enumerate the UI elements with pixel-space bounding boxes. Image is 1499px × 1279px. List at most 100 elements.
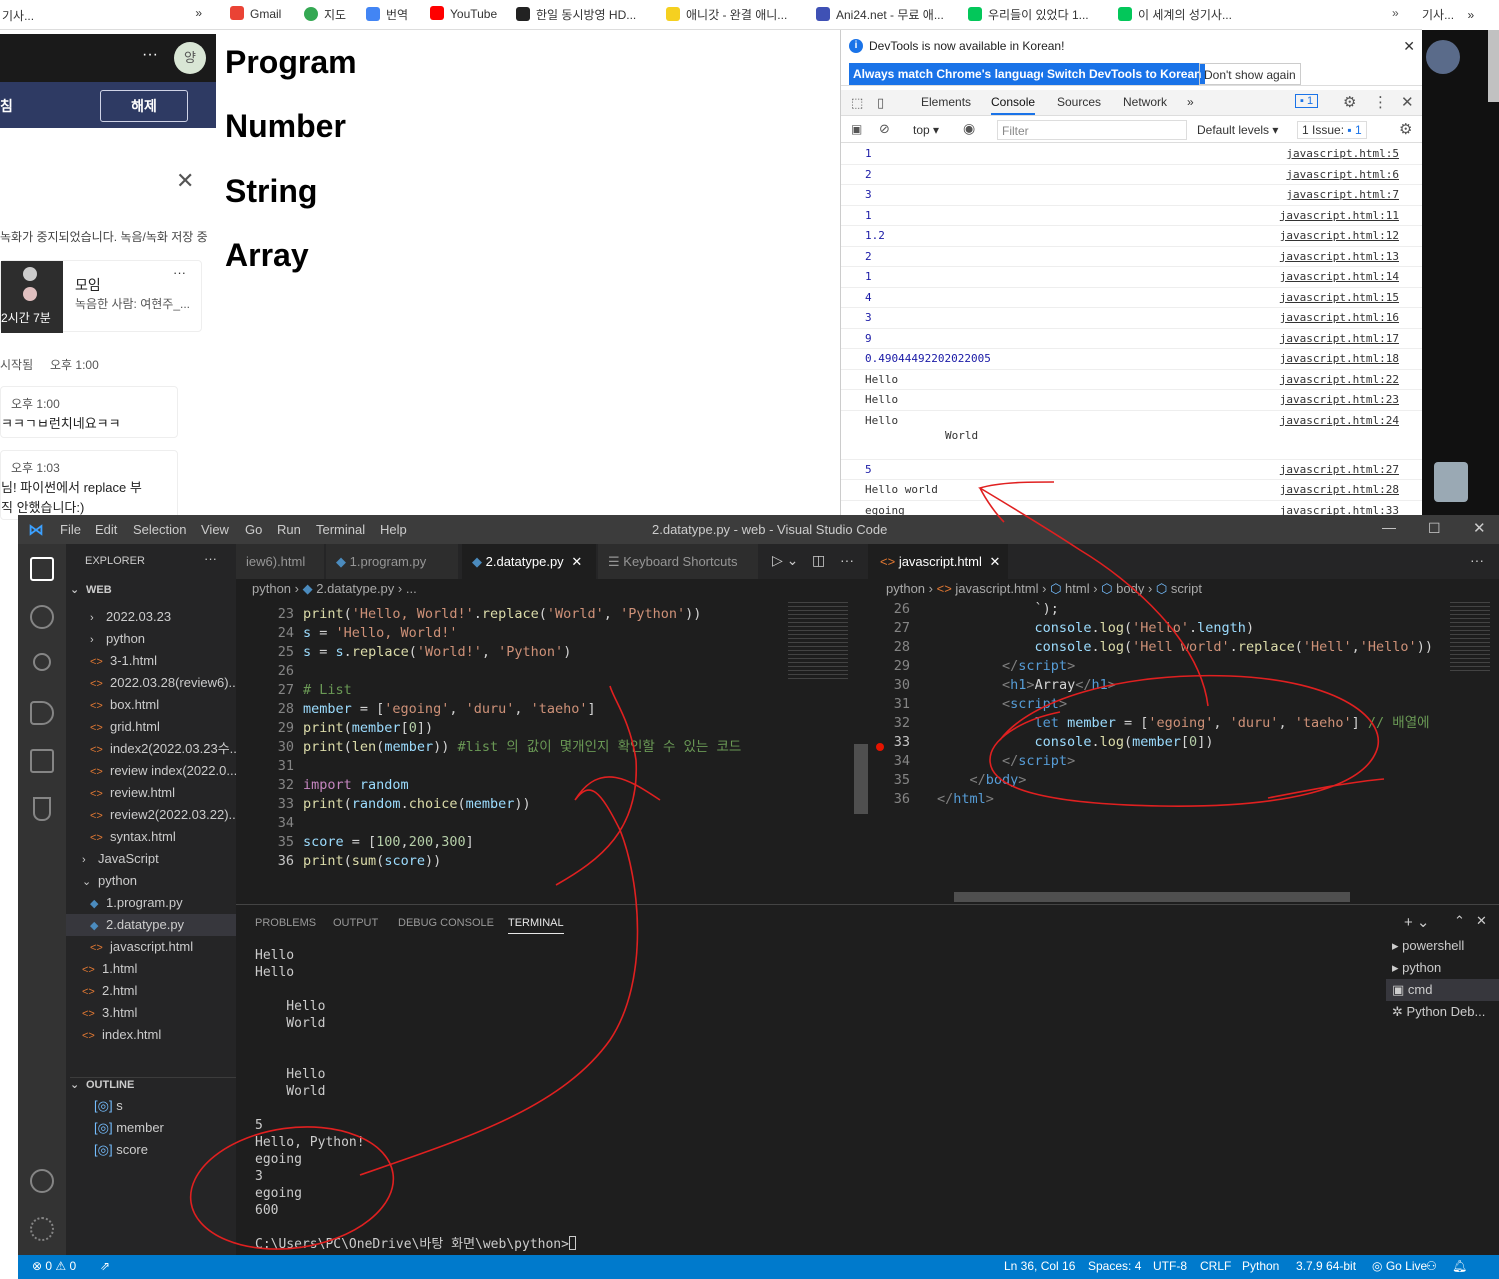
tree-item[interactable]: <> 3.html	[66, 1002, 236, 1024]
tab-output[interactable]: OUTPUT	[333, 917, 378, 929]
more-icon[interactable]: ···	[840, 552, 854, 568]
tree-item[interactable]: › 2022.03.23	[66, 606, 236, 628]
bookmark-anime1[interactable]: 한일 동시방영 HD...	[516, 6, 636, 23]
tree-item[interactable]: <> javascript.html	[66, 936, 236, 958]
console-source-link[interactable]: javascript.html:11	[1280, 209, 1399, 222]
menu-help[interactable]: Help	[380, 522, 407, 537]
filter-input[interactable]: Filter	[997, 120, 1187, 140]
horizontal-scrollbar[interactable]	[954, 892, 1350, 902]
release-button[interactable]: 해제	[100, 90, 188, 122]
terminal-item[interactable]: ▣ cmd	[1386, 979, 1499, 1001]
tree-item[interactable]: <> review.html	[66, 782, 236, 804]
kebab-menu-icon[interactable]: ⋮	[1373, 93, 1388, 111]
bookmark-maps[interactable]: 지도	[304, 6, 346, 23]
scrollbar[interactable]	[854, 744, 868, 814]
tree-item[interactable]: <> index2(2022.03.23수...	[66, 738, 241, 760]
console-source-link[interactable]: javascript.html:7	[1286, 188, 1399, 201]
testing-icon[interactable]	[33, 797, 51, 821]
issues-button[interactable]: 1 Issue: ▪ 1	[1297, 121, 1367, 139]
context-select[interactable]: top ▾	[913, 123, 939, 137]
menu-selection[interactable]: Selection	[133, 522, 186, 537]
chevron-right-icon[interactable]: »	[1467, 8, 1474, 22]
match-language-button[interactable]: Always match Chrome's language	[849, 63, 1052, 85]
clear-console-icon[interactable]: ⊘	[879, 121, 890, 137]
minimize-icon[interactable]: —	[1382, 519, 1396, 535]
run-debug-icon[interactable]	[30, 701, 54, 725]
tree-item[interactable]: <> grid.html	[66, 716, 236, 738]
maximize-icon[interactable]: ☐	[1428, 520, 1441, 537]
tab-keyboard-shortcuts[interactable]: ☰ Keyboard Shortcuts	[598, 544, 758, 579]
source-control-icon[interactable]	[33, 653, 51, 671]
tree-item[interactable]: <> review2(2022.03.22)....	[66, 804, 243, 826]
menu-view[interactable]: View	[201, 522, 229, 537]
console-source-link[interactable]: javascript.html:23	[1280, 393, 1399, 406]
maximize-panel-icon[interactable]: ⌃	[1454, 913, 1465, 929]
tab-terminal[interactable]: TERMINAL	[508, 917, 564, 934]
console-source-link[interactable]: javascript.html:13	[1280, 250, 1399, 263]
dont-show-button[interactable]: Don't show again	[1199, 63, 1301, 85]
inspect-icon[interactable]: ⬚	[851, 95, 863, 111]
account-icon[interactable]	[30, 1169, 54, 1193]
notifications-icon[interactable]: 🔔︎	[1452, 1259, 1467, 1273]
indentation[interactable]: Spaces: 4	[1088, 1259, 1141, 1273]
tab-sources[interactable]: Sources	[1057, 95, 1101, 109]
tree-item[interactable]: <> syntax.html	[66, 826, 236, 848]
meeting-card[interactable]: 2시간 7분 모임 녹음한 사람: 여현주_... ···	[0, 260, 202, 333]
tab-1-program-py[interactable]: ◆ 1.program.py	[326, 544, 458, 579]
menu-run[interactable]: Run	[277, 522, 301, 537]
terminal-item[interactable]: ✲ Python Deb...	[1386, 1001, 1499, 1023]
console-source-link[interactable]: javascript.html:5	[1286, 147, 1399, 160]
tab-javascript-html[interactable]: <> javascript.html ✕	[870, 544, 1008, 579]
go-live-button[interactable]: ◎ Go Live	[1372, 1259, 1427, 1273]
tree-item[interactable]: ◆ 1.program.py	[66, 892, 236, 914]
tab-debug-console[interactable]: DEBUG CONSOLE	[398, 917, 494, 929]
problems-status[interactable]: ⊗ 0 ⚠ 0	[32, 1259, 76, 1273]
console-source-link[interactable]: javascript.html:18	[1280, 352, 1399, 365]
tab-review6-html[interactable]: iew6).html	[236, 544, 324, 579]
close-icon[interactable]: ✕	[1473, 519, 1486, 537]
code-python[interactable]: print('Hello, World!'.replace('World', '…	[303, 605, 741, 871]
minimap[interactable]	[788, 602, 848, 682]
console-source-link[interactable]: javascript.html:16	[1280, 311, 1399, 324]
outline-item[interactable]: [◎] score	[94, 1142, 148, 1158]
code-html[interactable]: `); console.log('Hello'.length) console.…	[937, 600, 1433, 809]
device-toolbar-icon[interactable]: ▯	[877, 95, 884, 111]
tree-item[interactable]: › JavaScript	[66, 848, 236, 870]
profile-picture[interactable]	[1426, 40, 1460, 74]
tree-item[interactable]: <> index.html	[66, 1024, 236, 1046]
encoding[interactable]: UTF-8	[1153, 1259, 1187, 1273]
menu-edit[interactable]: Edit	[95, 522, 117, 537]
feedback-icon[interactable]: ⚇	[1426, 1259, 1437, 1273]
terminal-item[interactable]: ▸ powershell	[1386, 935, 1499, 957]
console-source-link[interactable]: javascript.html:17	[1280, 332, 1399, 345]
console-source-link[interactable]: javascript.html:12	[1280, 229, 1399, 242]
more-icon[interactable]: ···	[142, 46, 158, 64]
tree-item[interactable]: <> box.html	[66, 694, 236, 716]
browser-tab-title[interactable]: 기사...»	[0, 0, 216, 30]
bookmark-ani24[interactable]: Ani24.net - 무료 애...	[816, 6, 944, 23]
search-icon[interactable]	[30, 605, 54, 629]
console-source-link[interactable]: javascript.html:14	[1280, 270, 1399, 283]
bookmark-anime2[interactable]: 애니갓 - 완결 애니...	[666, 6, 787, 23]
cursor-position[interactable]: Ln 36, Col 16	[1004, 1259, 1075, 1273]
tree-item[interactable]: › python	[66, 628, 236, 650]
language-mode[interactable]: Python	[1242, 1259, 1279, 1273]
more-icon[interactable]: ···	[1470, 552, 1484, 568]
split-editor-icon[interactable]: ◫	[812, 552, 825, 569]
tree-item[interactable]: ⌄ python	[66, 870, 236, 892]
bookmark-translate[interactable]: 번역	[366, 6, 408, 23]
line-ending[interactable]: CRLF	[1200, 1259, 1231, 1273]
new-terminal-icon[interactable]: + ⌄	[1404, 913, 1430, 931]
chevron-right-icon[interactable]: »	[1392, 6, 1399, 20]
terminal-output[interactable]: Hello Hello Hello World Hello World 5 He…	[255, 947, 576, 1253]
bookmark-youtube[interactable]: YouTube	[430, 6, 497, 21]
sidebar-toggle-icon[interactable]: ▣	[851, 122, 862, 136]
settings-icon[interactable]: ⚙	[1399, 120, 1412, 138]
close-icon[interactable]: ✕	[176, 168, 194, 194]
avatar[interactable]: 양	[174, 42, 206, 74]
tree-item[interactable]: <> 2.html	[66, 980, 236, 1002]
menu-file[interactable]: File	[60, 522, 81, 537]
more-icon[interactable]: ···	[204, 551, 217, 566]
tab-elements[interactable]: Elements	[921, 95, 971, 109]
tab-console[interactable]: Console	[991, 95, 1036, 115]
